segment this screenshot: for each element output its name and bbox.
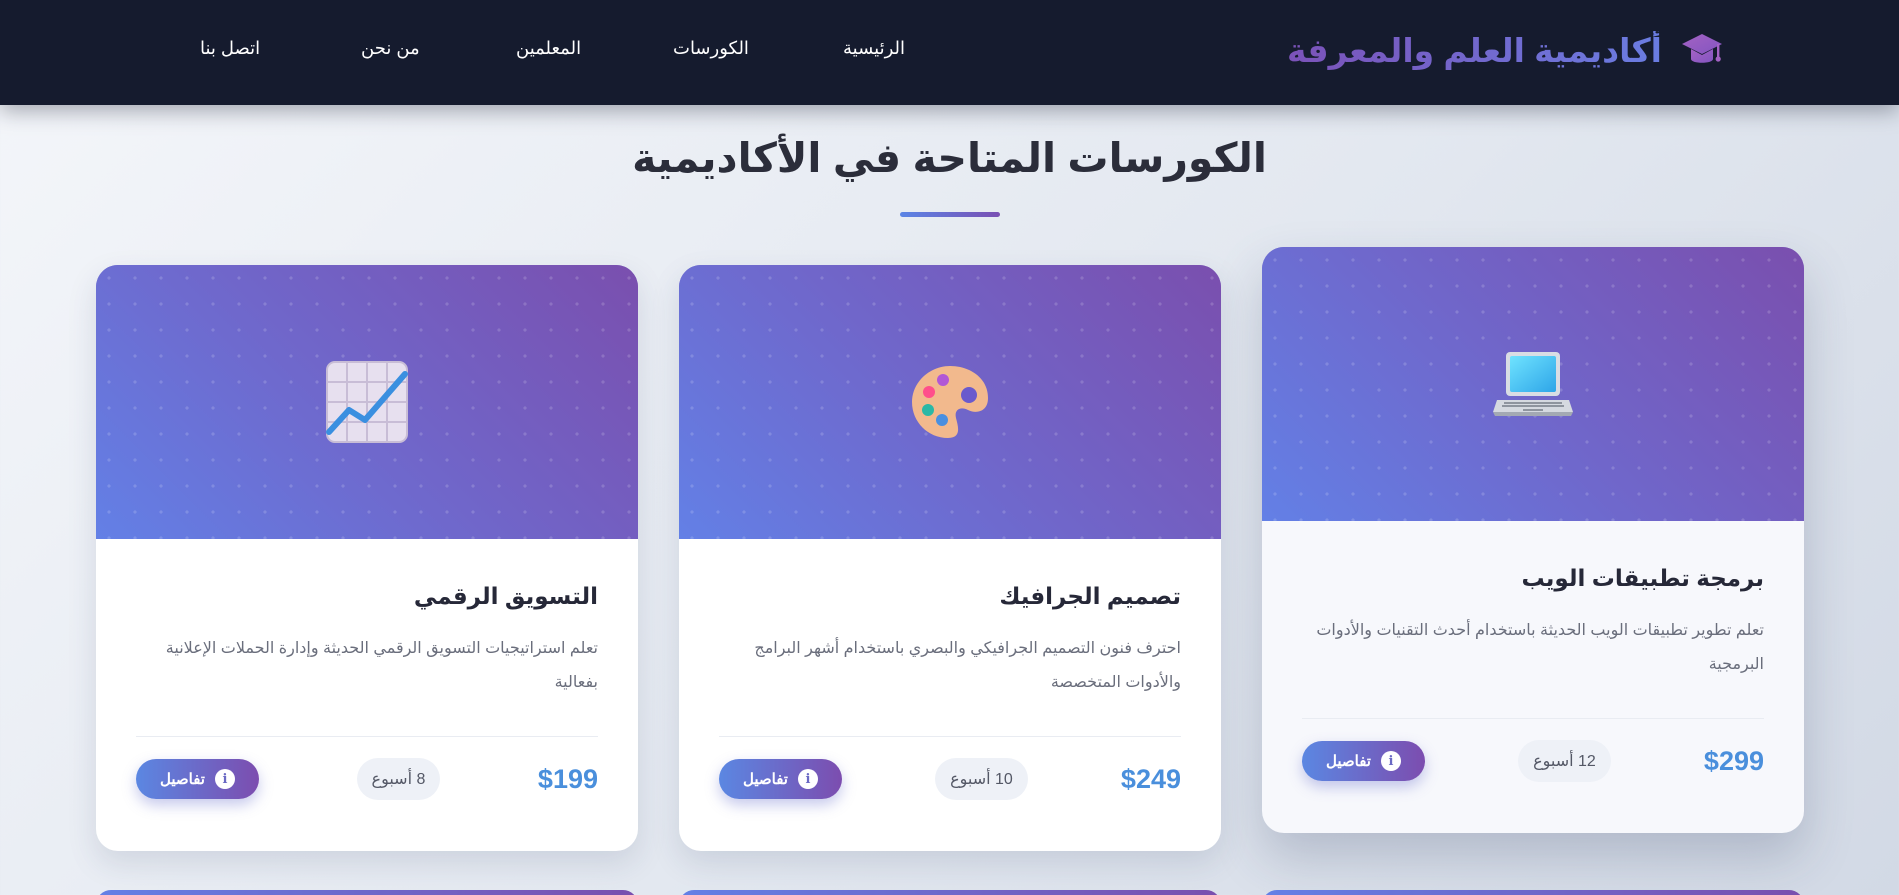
nav-link-teachers[interactable]: المعلمين xyxy=(516,38,581,59)
info-icon: i xyxy=(797,769,818,789)
card-body: التسويق الرقمي تعلم استراتيجيات التسويق … xyxy=(96,539,638,821)
info-icon: i xyxy=(214,769,235,789)
course-duration: 10 أسبوع xyxy=(935,758,1028,800)
course-description: احترف فنون التصميم الجرافيكي والبصري باس… xyxy=(754,640,1181,691)
card-body: برمجة تطبيقات الويب تعلم تطوير تطبيقات ا… xyxy=(1262,521,1804,803)
details-button[interactable]: i تفاصيل xyxy=(136,759,259,799)
title-underline xyxy=(900,212,1000,217)
card-footer: $199 8 أسبوع i تفاصيل xyxy=(136,737,598,821)
card-media xyxy=(1262,247,1804,521)
info-icon: i xyxy=(1380,751,1401,771)
course-duration: 8 أسبوع xyxy=(356,758,441,800)
course-price: $299 xyxy=(1703,745,1764,776)
nav-link-contact[interactable]: اتصل بنا xyxy=(200,38,260,59)
main-nav: الرئيسية الكورسات المعلمين من نحن اتصل ب… xyxy=(0,38,1899,68)
card-media xyxy=(96,265,638,539)
course-price: $249 xyxy=(1120,763,1181,794)
details-button-label: تفاصيل xyxy=(743,771,788,788)
navbar: أكاديمية العلم والمعرفة الرئيسية الكورسا… xyxy=(0,0,1899,105)
details-button[interactable]: i تفاصيل xyxy=(719,759,842,799)
course-title: تصميم الجرافيك xyxy=(999,583,1181,609)
chart-increasing-icon xyxy=(326,361,408,443)
card-media xyxy=(679,265,1221,539)
course-card-peek xyxy=(96,890,638,895)
nav-link-home[interactable]: الرئيسية xyxy=(843,38,905,59)
course-card-digital-marketing[interactable]: التسويق الرقمي تعلم استراتيجيات التسويق … xyxy=(96,265,638,851)
palette-icon xyxy=(912,366,988,438)
card-body: تصميم الجرافيك احترف فنون التصميم الجراف… xyxy=(679,539,1221,821)
laptop-icon xyxy=(1493,352,1573,416)
course-card-peek xyxy=(679,890,1221,895)
course-description: تعلم تطوير تطبيقات الويب الحديثة باستخدا… xyxy=(1316,622,1764,673)
section-title: الكورسات المتاحة في الأكاديمية xyxy=(632,135,1267,181)
course-title: برمجة تطبيقات الويب xyxy=(1521,565,1764,591)
nav-link-about[interactable]: من نحن xyxy=(361,38,420,59)
course-description: تعلم استراتيجيات التسويق الرقمي الحديثة … xyxy=(165,640,598,691)
course-duration: 12 أسبوع xyxy=(1518,740,1611,782)
card-footer: $299 12 أسبوع i تفاصيل xyxy=(1302,719,1764,803)
course-price: $199 xyxy=(537,763,598,794)
course-title: التسويق الرقمي xyxy=(413,583,598,609)
details-button[interactable]: i تفاصيل xyxy=(1302,741,1425,781)
course-card-peek xyxy=(1262,890,1804,895)
nav-link-courses[interactable]: الكورسات xyxy=(673,38,749,59)
details-button-label: تفاصيل xyxy=(1326,753,1371,770)
details-button-label: تفاصيل xyxy=(160,771,205,788)
course-card-web[interactable]: برمجة تطبيقات الويب تعلم تطوير تطبيقات ا… xyxy=(1262,247,1804,833)
card-footer: $249 10 أسبوع i تفاصيل xyxy=(719,737,1181,821)
course-card-graphic-design[interactable]: تصميم الجرافيك احترف فنون التصميم الجراف… xyxy=(679,265,1221,851)
